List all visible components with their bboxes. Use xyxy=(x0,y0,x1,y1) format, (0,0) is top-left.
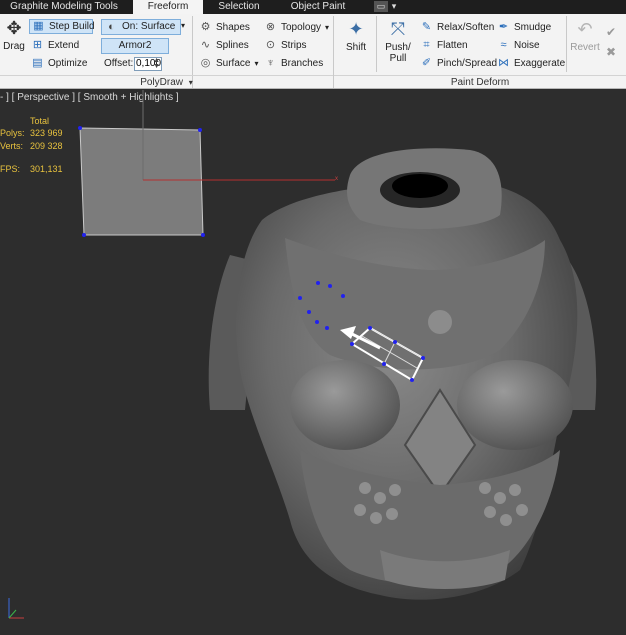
shift-icon: ✦ xyxy=(348,19,364,39)
splines-icon: ∿ xyxy=(200,39,211,51)
tab-selection[interactable]: Selection xyxy=(207,0,271,14)
surface-icon: ◎ xyxy=(200,57,211,69)
branches-button[interactable]: ♆ Branches xyxy=(264,56,323,71)
on-surface-dropdown-icon[interactable]: ▾ xyxy=(181,20,185,32)
optimize-button[interactable]: ▤ Optimize xyxy=(31,56,87,71)
push-pull-icon: ⤧ xyxy=(390,19,406,39)
extend-button[interactable]: ⊞ Extend xyxy=(31,38,79,53)
ribbon-view-toggle-icon[interactable]: ▭ xyxy=(374,1,388,12)
cancel-close-icon[interactable]: ✖ xyxy=(606,46,616,58)
branches-icon: ♆ xyxy=(266,57,275,69)
noise-icon: ≈ xyxy=(500,39,507,51)
topology-dropdown-icon[interactable]: ▾ xyxy=(325,22,329,34)
commit-check-icon[interactable]: ✔ xyxy=(606,26,616,38)
topology-button[interactable]: ⊗ Topology ▾ xyxy=(264,20,329,35)
tab-graphite-modeling-tools[interactable]: Graphite Modeling Tools xyxy=(4,0,124,14)
push-pull-button[interactable]: ⤧ Push/ Pull xyxy=(380,18,416,64)
perspective-viewport[interactable]: - ] [ Perspective ] [ Smooth + Highlight… xyxy=(0,90,626,635)
drag-button[interactable]: ✥ Drag xyxy=(2,17,26,52)
paint-deform-group-label: Paint Deform xyxy=(334,75,626,88)
pinch-spread-button[interactable]: ✐ Pinch/Spread xyxy=(420,56,497,71)
axis-tripod-icon xyxy=(8,598,24,619)
scene-canvas[interactable]: x xyxy=(0,90,626,635)
gizmo-x-label: x xyxy=(335,176,338,182)
offset-spinner[interactable]: 0,100 ▲ ▼ xyxy=(134,57,162,71)
spinner-arrows-icon[interactable]: ▲ ▼ xyxy=(153,57,160,70)
revert-button[interactable]: ↶ Revert xyxy=(569,18,601,53)
flatten-button[interactable]: ⌗ Flatten xyxy=(420,38,467,53)
smudge-icon: ✒ xyxy=(498,21,509,33)
tab-freeform[interactable]: Freeform xyxy=(133,0,203,14)
reference-plane[interactable] xyxy=(78,126,205,237)
ribbon-panel: ✥ Drag ▦ Step Build ⊞ Extend ▤ Optimize … xyxy=(0,14,626,89)
extend-icon: ⊞ xyxy=(32,39,43,51)
step-build-icon: ▦ xyxy=(33,20,44,32)
object-name-button[interactable]: Armor2 xyxy=(101,38,169,54)
exaggerate-icon: ⋈ xyxy=(498,57,509,69)
revert-icon: ↶ xyxy=(577,19,593,39)
smudge-button[interactable]: ✒ Smudge xyxy=(497,20,551,35)
relax-soften-button[interactable]: ✎ Relax/Soften xyxy=(420,20,494,35)
shapes-icon: ⚙ xyxy=(200,21,211,33)
surface-dropdown-icon[interactable]: ▾ xyxy=(254,58,258,70)
ribbon-dropdown-icon[interactable]: ▾ xyxy=(387,1,401,12)
noise-button[interactable]: ≈ Noise xyxy=(497,38,539,53)
polydraw-expand-icon[interactable]: ▾ xyxy=(189,78,193,87)
pinch-icon: ✐ xyxy=(421,57,432,69)
polydraw-group-label: PolyDraw ▾ xyxy=(0,75,333,88)
strips-button[interactable]: ⊙ Strips xyxy=(264,38,307,53)
on-surface-icon: ◐ xyxy=(108,20,115,33)
drag-label: Drag xyxy=(3,41,25,52)
step-build-button[interactable]: ▦ Step Build xyxy=(29,19,95,34)
surface-button[interactable]: ◎ Surface ▾ xyxy=(199,56,259,71)
ribbon-tab-bar: Graphite Modeling Tools Freeform Selecti… xyxy=(0,0,626,14)
tab-object-paint[interactable]: Object Paint xyxy=(283,0,353,14)
separator xyxy=(566,16,567,72)
topology-icon: ⊗ xyxy=(265,21,276,33)
splines-button[interactable]: ∿ Splines xyxy=(199,38,249,53)
move-icon: ✥ xyxy=(6,18,22,38)
shift-button[interactable]: ✦ Shift xyxy=(340,18,372,53)
optimize-icon: ▤ xyxy=(32,57,43,69)
app-window: Graphite Modeling Tools Freeform Selecti… xyxy=(0,0,626,635)
offset-label: Offset: xyxy=(104,58,134,69)
exaggerate-button[interactable]: ⋈ Exaggerate xyxy=(497,56,565,71)
flatten-icon: ⌗ xyxy=(423,39,430,51)
shapes-button[interactable]: ⚙ Shapes xyxy=(199,20,250,35)
on-surface-button[interactable]: ◐ On: Surface xyxy=(101,19,181,35)
separator xyxy=(376,16,377,72)
strips-icon: ⊙ xyxy=(265,39,276,51)
relax-icon: ✎ xyxy=(421,21,432,33)
